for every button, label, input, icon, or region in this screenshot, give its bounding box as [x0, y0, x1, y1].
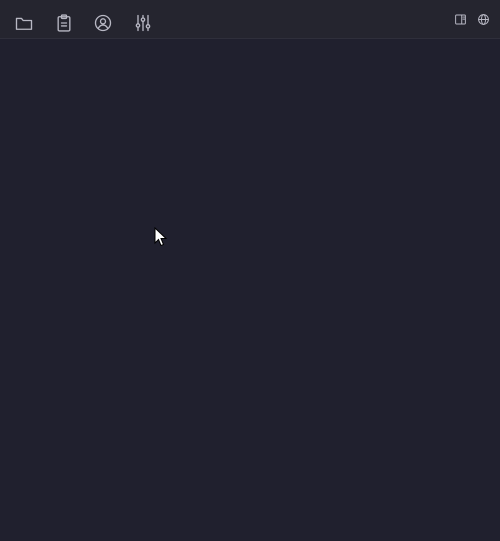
language-button[interactable]	[474, 10, 492, 28]
mouse-pointer-icon	[154, 227, 168, 247]
folder-button[interactable]	[12, 11, 36, 35]
settings-sliders-button[interactable]	[131, 11, 155, 35]
globe-icon	[477, 13, 489, 25]
app-window	[0, 0, 500, 541]
user-circle-icon	[94, 14, 112, 32]
clipboard-button[interactable]	[52, 11, 76, 35]
main-content-area[interactable]	[0, 40, 500, 541]
account-button[interactable]	[91, 11, 115, 35]
panel-toggle-icon	[454, 14, 466, 24]
sliders-icon	[135, 14, 151, 32]
folder-icon	[15, 17, 33, 30]
clipboard-icon	[57, 14, 71, 32]
panel-toggle-button[interactable]	[451, 10, 469, 28]
top-toolbar	[0, 0, 500, 39]
